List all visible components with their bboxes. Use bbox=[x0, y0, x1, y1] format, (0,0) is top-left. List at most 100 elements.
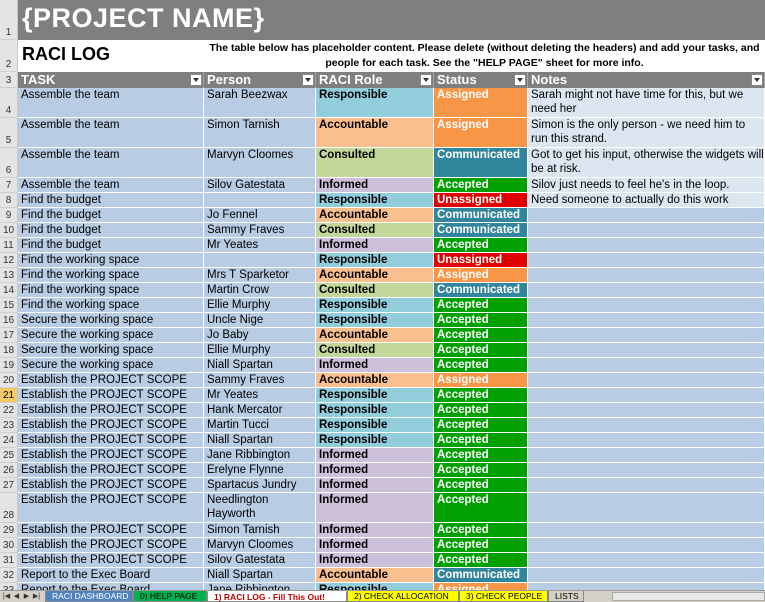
person-cell[interactable]: Niall Spartan bbox=[204, 568, 316, 583]
raci-role-cell[interactable]: Accountable bbox=[316, 568, 434, 583]
task-cell[interactable]: Establish the PROJECT SCOPE bbox=[18, 373, 204, 388]
row-header[interactable]: 32 bbox=[0, 568, 18, 583]
raci-role-cell[interactable]: Responsible bbox=[316, 418, 434, 433]
raci-role-cell[interactable]: Informed bbox=[316, 463, 434, 478]
project-title[interactable]: {PROJECT NAME} bbox=[22, 3, 265, 34]
task-cell[interactable]: Establish the PROJECT SCOPE bbox=[18, 478, 204, 493]
task-cell[interactable]: Find the budget bbox=[18, 193, 204, 208]
row-header[interactable]: 28 bbox=[0, 493, 18, 523]
row-header[interactable]: 2 bbox=[0, 40, 18, 72]
person-cell[interactable]: Martin Crow bbox=[204, 283, 316, 298]
task-cell[interactable]: Find the budget bbox=[18, 208, 204, 223]
status-cell[interactable]: Accepted bbox=[434, 343, 528, 358]
row-header[interactable]: 29 bbox=[0, 523, 18, 538]
horizontal-scrollbar[interactable] bbox=[612, 592, 765, 601]
row-header[interactable]: 21 bbox=[0, 388, 18, 403]
status-cell[interactable]: Communicated bbox=[434, 208, 528, 223]
row-header[interactable]: 31 bbox=[0, 553, 18, 568]
raci-role-cell[interactable]: Informed bbox=[316, 523, 434, 538]
raci-role-cell[interactable]: Accountable bbox=[316, 328, 434, 343]
row-header[interactable]: 25 bbox=[0, 448, 18, 463]
header-role[interactable]: RACI Role bbox=[316, 72, 434, 88]
status-cell[interactable]: Accepted bbox=[434, 178, 528, 193]
person-cell[interactable] bbox=[204, 253, 316, 268]
notes-cell[interactable] bbox=[528, 283, 765, 298]
status-cell[interactable]: Unassigned bbox=[434, 253, 528, 268]
notes-cell[interactable] bbox=[528, 223, 765, 238]
status-cell[interactable]: Accepted bbox=[434, 433, 528, 448]
raci-role-cell[interactable]: Responsible bbox=[316, 88, 434, 118]
notes-cell[interactable] bbox=[528, 553, 765, 568]
task-cell[interactable]: Establish the PROJECT SCOPE bbox=[18, 523, 204, 538]
raci-log-title[interactable]: RACI LOG bbox=[22, 44, 110, 65]
notes-cell[interactable] bbox=[528, 403, 765, 418]
task-cell[interactable]: Establish the PROJECT SCOPE bbox=[18, 418, 204, 433]
task-cell[interactable]: Assemble the team bbox=[18, 88, 204, 118]
raci-role-cell[interactable]: Informed bbox=[316, 178, 434, 193]
person-cell[interactable]: Uncle Nige bbox=[204, 313, 316, 328]
status-cell[interactable]: Unassigned bbox=[434, 193, 528, 208]
person-cell[interactable]: Sammy Fraves bbox=[204, 223, 316, 238]
row-header[interactable]: 9 bbox=[0, 208, 18, 223]
notes-cell[interactable] bbox=[528, 313, 765, 328]
status-cell[interactable]: Assigned bbox=[434, 118, 528, 148]
person-cell[interactable]: Marvyn Cloomes bbox=[204, 148, 316, 178]
notes-cell[interactable] bbox=[528, 583, 765, 590]
status-cell[interactable]: Accepted bbox=[434, 358, 528, 373]
row-header[interactable]: 16 bbox=[0, 313, 18, 328]
person-cell[interactable]: Jane Ribbington bbox=[204, 448, 316, 463]
notes-cell[interactable] bbox=[528, 478, 765, 493]
person-cell[interactable]: Niall Spartan bbox=[204, 433, 316, 448]
person-cell[interactable]: Silov Gatestata bbox=[204, 178, 316, 193]
status-cell[interactable]: Accepted bbox=[434, 418, 528, 433]
task-cell[interactable]: Find the working space bbox=[18, 268, 204, 283]
person-cell[interactable]: Sarah Beezwax bbox=[204, 88, 316, 118]
status-cell[interactable]: Assigned bbox=[434, 373, 528, 388]
task-cell[interactable]: Secure the working space bbox=[18, 328, 204, 343]
task-cell[interactable]: Assemble the team bbox=[18, 178, 204, 193]
header-task[interactable]: TASK bbox=[18, 72, 204, 88]
person-cell[interactable]: Simon Tarnish bbox=[204, 118, 316, 148]
person-cell[interactable]: Needlington Hayworth bbox=[204, 493, 316, 523]
raci-role-cell[interactable]: Consulted bbox=[316, 343, 434, 358]
raci-role-cell[interactable]: Responsible bbox=[316, 388, 434, 403]
task-cell[interactable]: Find the working space bbox=[18, 283, 204, 298]
task-cell[interactable]: Secure the working space bbox=[18, 313, 204, 328]
task-cell[interactable]: Establish the PROJECT SCOPE bbox=[18, 493, 204, 523]
status-cell[interactable]: Accepted bbox=[434, 493, 528, 523]
row-header[interactable]: 14 bbox=[0, 283, 18, 298]
person-cell[interactable]: Spartacus Jundry bbox=[204, 478, 316, 493]
instructions-text[interactable]: The table below has placeholder content.… bbox=[204, 41, 765, 71]
tab-nav-button[interactable]: |◀ bbox=[2, 592, 11, 601]
notes-cell[interactable] bbox=[528, 358, 765, 373]
raci-role-cell[interactable]: Accountable bbox=[316, 373, 434, 388]
row-header[interactable]: 26 bbox=[0, 463, 18, 478]
notes-cell[interactable] bbox=[528, 448, 765, 463]
raci-role-cell[interactable]: Responsible bbox=[316, 313, 434, 328]
person-cell[interactable]: Simon Tarnish bbox=[204, 523, 316, 538]
task-cell[interactable]: Find the budget bbox=[18, 238, 204, 253]
notes-cell[interactable]: Got to get his input, otherwise the widg… bbox=[528, 148, 765, 178]
task-cell[interactable]: Secure the working space bbox=[18, 343, 204, 358]
raci-role-cell[interactable]: Consulted bbox=[316, 148, 434, 178]
filter-dropdown-icon[interactable] bbox=[190, 74, 202, 86]
person-cell[interactable]: Mr Yeates bbox=[204, 388, 316, 403]
raci-role-cell[interactable]: Responsible bbox=[316, 253, 434, 268]
person-cell[interactable]: Niall Spartan bbox=[204, 358, 316, 373]
person-cell[interactable]: Hank Mercator bbox=[204, 403, 316, 418]
row-header[interactable]: 15 bbox=[0, 298, 18, 313]
status-cell[interactable]: Communicated bbox=[434, 148, 528, 178]
row-header[interactable]: 27 bbox=[0, 478, 18, 493]
notes-cell[interactable] bbox=[528, 208, 765, 223]
raci-role-cell[interactable]: Responsible bbox=[316, 193, 434, 208]
person-cell[interactable]: Jane Ribbington bbox=[204, 583, 316, 590]
task-cell[interactable]: Find the working space bbox=[18, 253, 204, 268]
notes-cell[interactable] bbox=[528, 493, 765, 523]
row-header[interactable]: 23 bbox=[0, 418, 18, 433]
raci-role-cell[interactable]: Responsible bbox=[316, 403, 434, 418]
task-cell[interactable]: Establish the PROJECT SCOPE bbox=[18, 553, 204, 568]
status-cell[interactable]: Accepted bbox=[434, 298, 528, 313]
notes-cell[interactable] bbox=[528, 538, 765, 553]
status-cell[interactable]: Communicated bbox=[434, 283, 528, 298]
person-cell[interactable]: Ellie Murphy bbox=[204, 343, 316, 358]
